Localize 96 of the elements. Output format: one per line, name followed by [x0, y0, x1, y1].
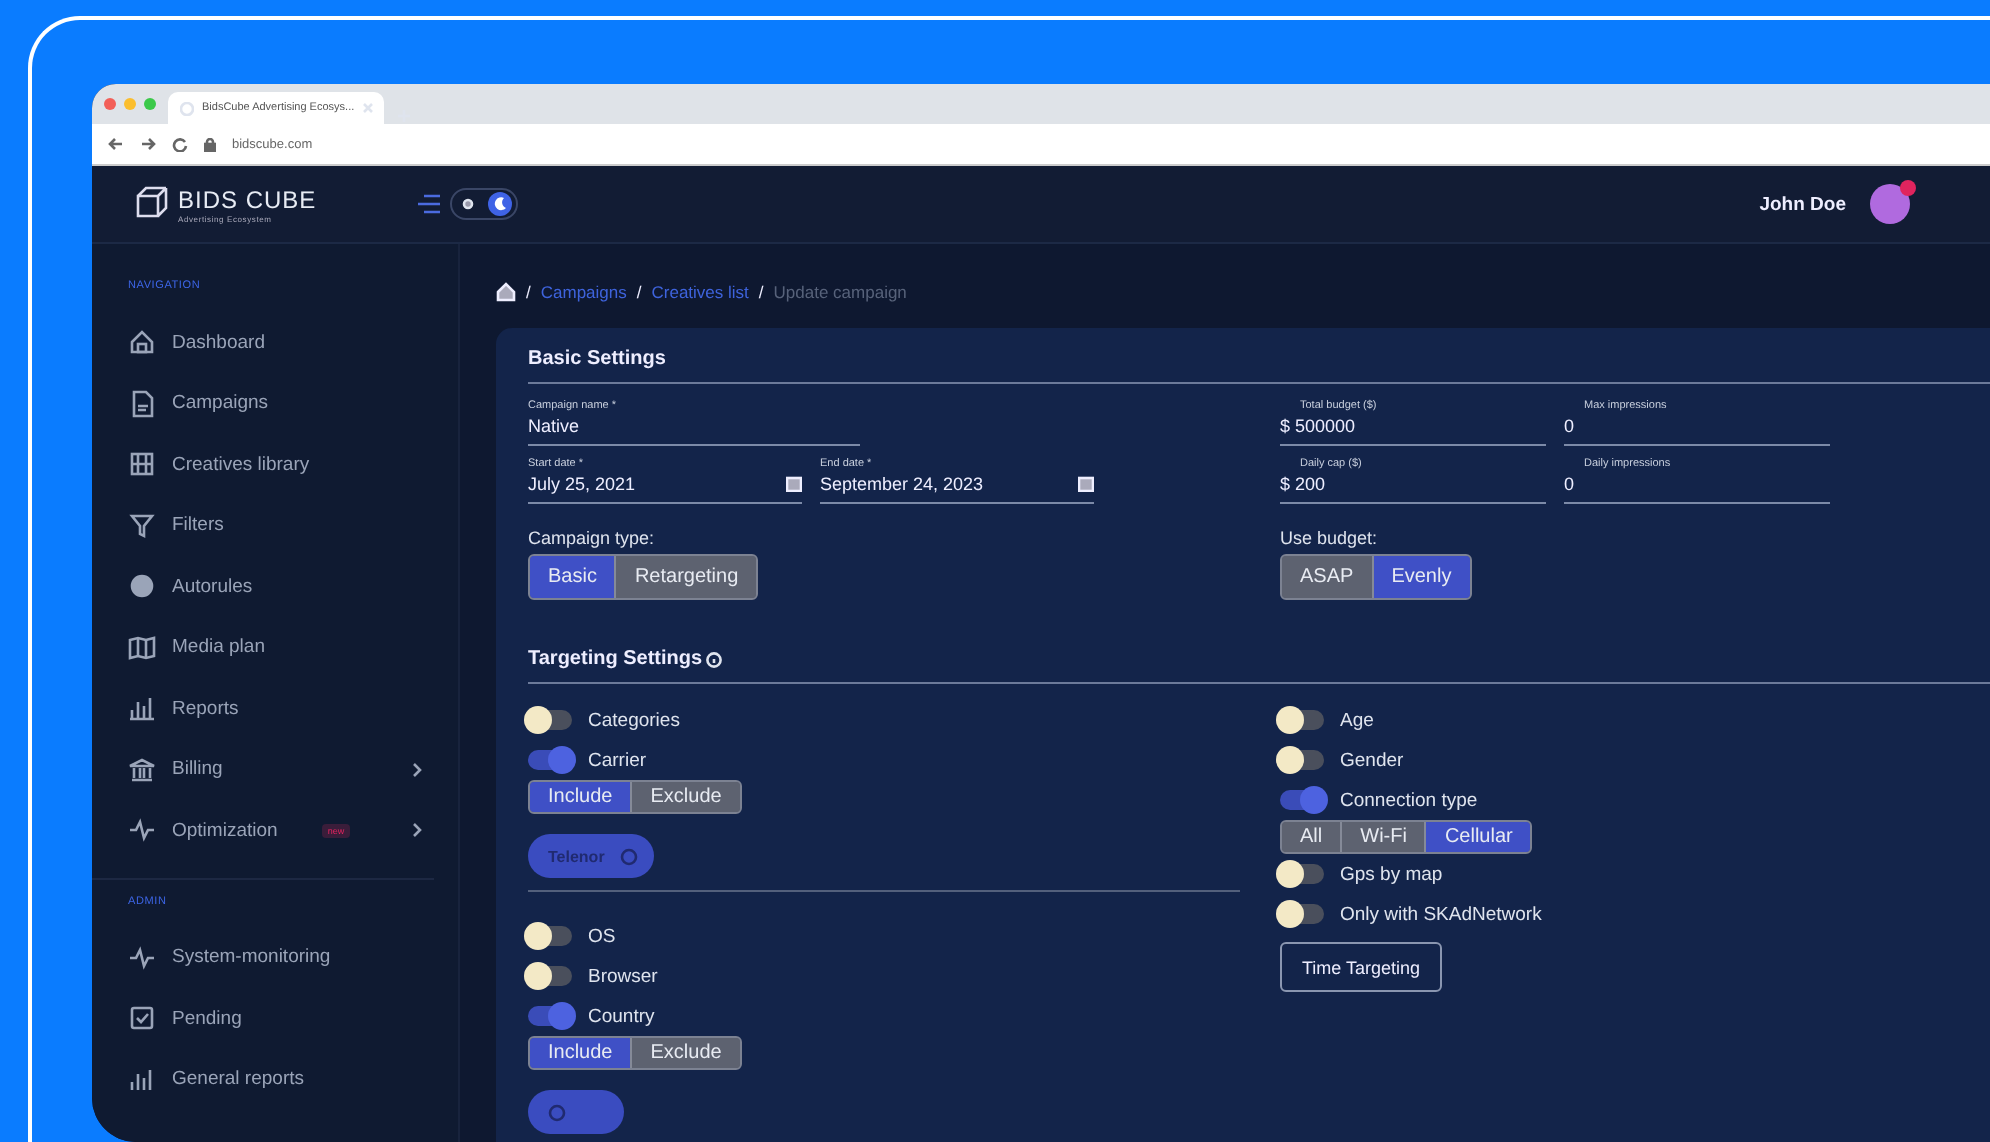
circle-icon [128, 572, 156, 601]
sidebar-item-label: Pending [172, 1007, 242, 1030]
sidebar-item[interactable]: Filters [92, 495, 458, 556]
segment-option[interactable]: Basic [530, 556, 617, 598]
checkbox-icon [128, 1004, 156, 1033]
page-icon [180, 101, 194, 115]
back-icon[interactable] [108, 136, 124, 152]
sidebar-item-label: Creatives library [172, 453, 310, 476]
bar-chart-icon [128, 1065, 156, 1094]
toggle-label: Country [588, 1005, 655, 1027]
toggle-label: Browser [588, 965, 658, 987]
bank-icon [128, 755, 156, 784]
document-icon [128, 389, 156, 418]
pulse-icon [128, 816, 156, 845]
sidebar-item[interactable]: Billing [92, 739, 458, 800]
breadcrumb-current: Update campaign [773, 282, 907, 302]
sidebar-item[interactable]: Reports [92, 678, 458, 739]
field-value: September 24, 2023 [820, 474, 984, 494]
menu-icon[interactable] [416, 194, 440, 214]
segment-option[interactable]: Evenly [1373, 556, 1470, 598]
sidebar-item[interactable]: System-monitoring [92, 927, 458, 988]
sidebar-item-label: Optimization [172, 819, 278, 842]
field-value: 0 [1564, 474, 1575, 494]
toggle-label: Only with SKAdNetwork [1340, 903, 1542, 925]
toggle-switch[interactable] [528, 966, 572, 986]
segment-option[interactable]: Include [530, 782, 633, 812]
breadcrumb-separator: / [526, 282, 531, 302]
toggle-label: Connection type [1340, 789, 1478, 811]
segment-option[interactable]: Cellular [1426, 822, 1531, 852]
segment-option[interactable]: Include [530, 1038, 633, 1068]
user-name[interactable]: John Doe [1759, 193, 1846, 215]
map-icon [128, 633, 156, 662]
sidebar-item-label: General reports [172, 1068, 305, 1091]
sidebar-item-label: Campaigns [172, 392, 269, 415]
toggle-switch[interactable] [1280, 904, 1324, 924]
group-label: Campaign type: [528, 528, 657, 548]
time-targeting-button[interactable]: Time Targeting [1280, 942, 1443, 992]
calendar-icon[interactable] [1078, 476, 1094, 492]
section-title: Basic Settings [528, 348, 1990, 384]
toggle-switch[interactable] [1280, 710, 1324, 730]
calendar-icon[interactable] [786, 476, 802, 492]
breadcrumb-separator: / [636, 282, 642, 302]
toggle-switch[interactable] [528, 750, 572, 770]
sidebar-item-label: Dashboard [172, 331, 265, 354]
toggle-switch[interactable] [1280, 750, 1324, 770]
toggle-switch[interactable] [528, 926, 572, 946]
sidebar-item-label: Billing [172, 758, 223, 781]
sidebar-item[interactable]: Autorules [92, 556, 458, 617]
sidebar-item-label: System-monitoring [172, 946, 331, 969]
toggle-label: Age [1340, 709, 1374, 731]
chip-label: Telenor [548, 847, 605, 865]
forward-icon[interactable] [140, 136, 156, 152]
logo-text: BIDS CUBE [178, 185, 317, 213]
field-value: $ 500000 [1280, 416, 1356, 436]
breadcrumb-separator: / [758, 282, 764, 302]
avatar[interactable] [1870, 184, 1910, 224]
toggle-label: Categories [588, 709, 680, 731]
field-value: July 25, 2021 [528, 474, 636, 494]
field-value: Native [528, 416, 580, 436]
toggle-switch[interactable] [1280, 864, 1324, 884]
sun-icon [460, 196, 476, 212]
toggle-label: OS [588, 925, 616, 947]
film-icon [128, 450, 156, 479]
toggle-label: Gender [1340, 749, 1404, 771]
home-icon [128, 328, 156, 357]
field-value: $ 200 [1280, 474, 1326, 494]
pulse-icon [128, 943, 156, 972]
sidebar-item-label: Autorules [172, 575, 253, 598]
sidebar-item[interactable]: Creatives library [92, 434, 458, 495]
toggle-switch[interactable] [528, 1006, 572, 1026]
sidebar-item-label: Reports [172, 697, 239, 720]
section-title: Targeting Settings [528, 648, 703, 670]
toggle-label: Gps by map [1340, 863, 1443, 885]
segment-option[interactable]: ASAP [1282, 556, 1374, 598]
home-icon[interactable] [496, 282, 516, 302]
segment-option[interactable]: All [1282, 822, 1343, 852]
sidebar-item[interactable]: Pending [92, 988, 458, 1049]
filter-icon [128, 511, 156, 540]
toggle-label: Carrier [588, 749, 647, 771]
lock-icon [204, 137, 216, 151]
info-icon[interactable] [706, 651, 723, 667]
sidebar-item-label: Filters [172, 514, 224, 537]
sidebar-item[interactable]: General reports [92, 1049, 458, 1110]
sidebar-item-label: Media plan [172, 636, 265, 659]
field-value: 0 [1564, 416, 1575, 436]
notification-badge [1900, 180, 1916, 196]
theme-toggle[interactable] [450, 188, 518, 220]
reload-icon[interactable] [172, 136, 188, 152]
group-label: Use budget: [1280, 528, 1380, 548]
moon-icon [492, 196, 508, 212]
sidebar-item[interactable]: Campaigns [92, 373, 458, 434]
toggle-switch[interactable] [1280, 790, 1324, 810]
bar-chart-icon [128, 694, 156, 723]
toggle-switch[interactable] [528, 710, 572, 730]
sidebar-item[interactable]: Media plan [92, 617, 458, 678]
sidebar-item[interactable]: Dashboard [92, 312, 458, 373]
